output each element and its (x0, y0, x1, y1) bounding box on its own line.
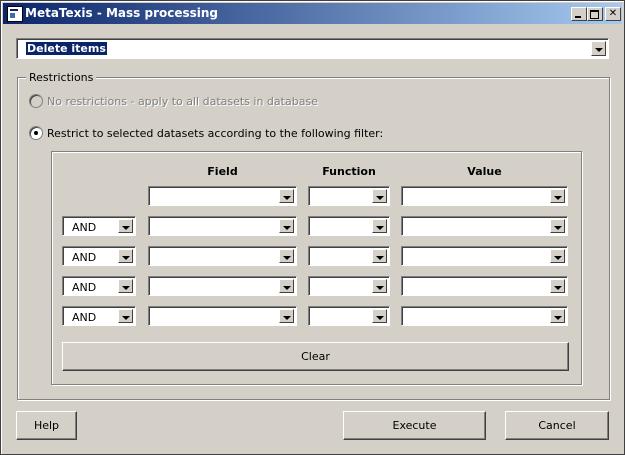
filter-field-select[interactable] (148, 246, 297, 266)
chevron-down-icon[interactable] (550, 279, 565, 293)
filter-field-select[interactable] (148, 216, 297, 236)
filter-function-select[interactable] (308, 276, 390, 296)
chevron-down-icon[interactable] (279, 249, 294, 263)
filter-connector-select[interactable]: AND (62, 216, 136, 236)
filter-function-select[interactable] (308, 216, 390, 236)
filter-function-select[interactable] (308, 246, 390, 266)
filter-value-select[interactable] (401, 246, 568, 266)
filter-connector-select[interactable]: AND (62, 306, 136, 326)
filter-value-select[interactable] (401, 186, 568, 206)
restrict-filter-radio[interactable] (29, 126, 43, 140)
operation-selected-value: Delete items (26, 42, 107, 55)
restrict-filter-label: Restrict to selected datasets according … (47, 127, 384, 140)
filter-function-select[interactable] (308, 186, 390, 206)
execute-button[interactable]: Execute (343, 411, 486, 440)
no-restrictions-radio[interactable] (29, 94, 43, 108)
chevron-down-icon[interactable] (550, 189, 565, 203)
chevron-down-icon[interactable] (118, 309, 133, 323)
filter-value-select[interactable] (401, 216, 568, 236)
chevron-down-icon[interactable] (372, 309, 387, 323)
maximize-button[interactable] (587, 7, 603, 21)
filter-field-select[interactable] (148, 186, 297, 206)
filter-value-select[interactable] (401, 306, 568, 326)
chevron-down-icon[interactable] (550, 219, 565, 233)
chevron-down-icon[interactable] (550, 249, 565, 263)
chevron-down-icon[interactable] (279, 219, 294, 233)
chevron-down-icon[interactable] (279, 189, 294, 203)
restrictions-group-label: Restrictions (26, 71, 97, 84)
filter-function-select[interactable] (308, 306, 390, 326)
filter-value-select[interactable] (401, 276, 568, 296)
app-icon (7, 6, 23, 22)
field-column-header: Field (207, 165, 238, 178)
filter-connector-select[interactable]: AND (62, 276, 136, 296)
chevron-down-icon[interactable] (118, 249, 133, 263)
filter-connector-select[interactable]: AND (62, 246, 136, 266)
chevron-down-icon[interactable] (372, 279, 387, 293)
function-column-header: Function (322, 165, 376, 178)
chevron-down-icon[interactable] (118, 279, 133, 293)
chevron-down-icon[interactable] (372, 189, 387, 203)
clear-filter-button[interactable]: Clear (62, 342, 569, 371)
chevron-down-icon[interactable] (591, 41, 606, 56)
close-button[interactable]: ✕ (605, 7, 621, 21)
operation-dropdown[interactable]: Delete items (16, 38, 609, 59)
help-button[interactable]: Help (16, 411, 77, 440)
filter-field-select[interactable] (148, 306, 297, 326)
no-restrictions-label: No restrictions - apply to all datasets … (47, 95, 318, 108)
chevron-down-icon[interactable] (372, 219, 387, 233)
chevron-down-icon[interactable] (550, 309, 565, 323)
chevron-down-icon[interactable] (372, 249, 387, 263)
cancel-button[interactable]: Cancel (505, 411, 609, 440)
chevron-down-icon[interactable] (279, 279, 294, 293)
chevron-down-icon[interactable] (279, 309, 294, 323)
title-bar[interactable]: MetaTexis - Mass processing ✕ (3, 3, 622, 24)
chevron-down-icon[interactable] (118, 219, 133, 233)
window-title: MetaTexis - Mass processing (25, 6, 219, 20)
minimize-button[interactable] (571, 7, 587, 21)
filter-field-select[interactable] (148, 276, 297, 296)
value-column-header: Value (467, 165, 502, 178)
